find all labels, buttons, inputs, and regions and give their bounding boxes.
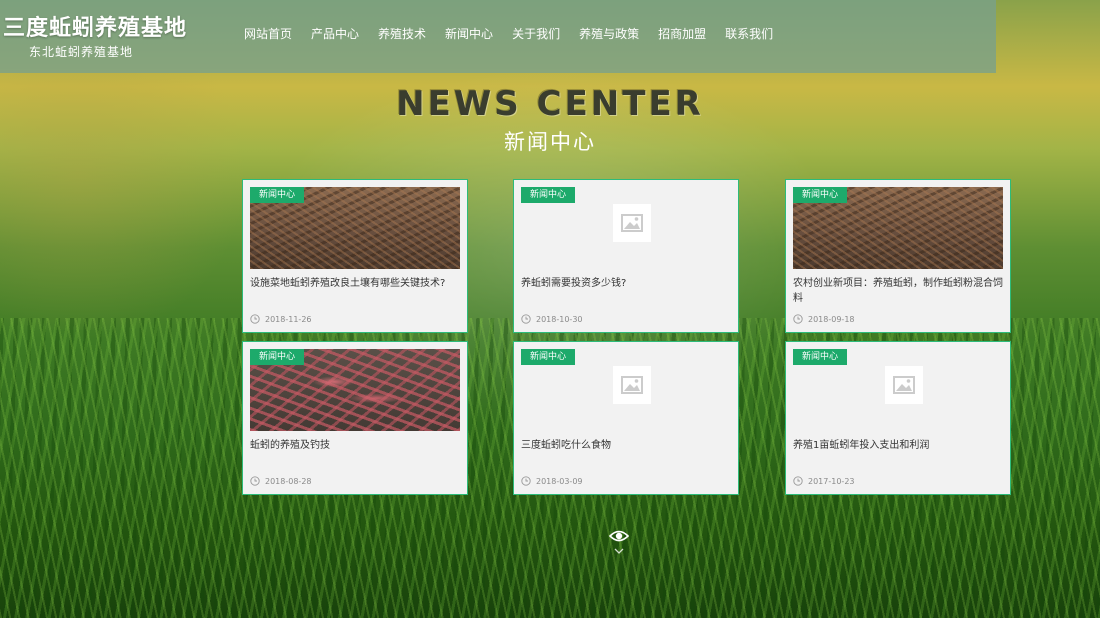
news-date: 2017-10-23 [793,476,855,486]
news-date: 2018-11-26 [250,314,312,324]
site-header: 三度蚯蚓养殖基地 东北蚯蚓养殖基地 网站首页 产品中心 养殖技术 新闻中心 关于… [0,0,996,73]
section-title-en: NEWS CENTER [396,84,704,124]
nav-home[interactable]: 网站首页 [244,26,292,42]
news-category-badge: 新闻中心 [793,349,848,365]
news-date: 2018-03-09 [521,476,583,486]
nav-franchise[interactable]: 招商加盟 [658,26,706,42]
news-title[interactable]: 农村创业新项目：养殖蚯蚓，制作蚯蚓粉混合饲料 [793,276,1005,306]
news-date: 2018-09-18 [793,314,855,324]
news-date-text: 2018-11-26 [265,314,312,324]
news-category-badge: 新闻中心 [793,187,848,203]
image-placeholder-icon [613,366,651,404]
eye-icon[interactable] [608,527,630,559]
news-date-text: 2017-10-23 [808,476,855,486]
image-placeholder-icon [613,204,651,242]
nav-about[interactable]: 关于我们 [512,26,560,42]
clock-icon [521,476,531,486]
section-title-cn: 新闻中心 [504,130,596,154]
clock-icon [793,314,803,324]
news-category-badge: 新闻中心 [250,349,305,365]
news-date: 2018-10-30 [521,314,583,324]
news-title[interactable]: 蚯蚓的养殖及钓技 [250,438,462,453]
news-card[interactable]: 新闻中心 蚯蚓的养殖及钓技 2018-08-28 [242,341,468,495]
news-title[interactable]: 设施菜地蚯蚓养殖改良土壤有哪些关键技术? [250,276,462,291]
news-date-text: 2018-03-09 [536,476,583,486]
nav-breeding-tech[interactable]: 养殖技术 [378,26,426,42]
logo-title: 三度蚯蚓养殖基地 [3,15,188,41]
news-title[interactable]: 养殖1亩蚯蚓年投入支出和利润 [793,438,1005,453]
clock-icon [250,314,260,324]
main-nav: 网站首页 产品中心 养殖技术 新闻中心 关于我们 养殖与政策 招商加盟 联系我们 [244,26,792,42]
clock-icon [250,476,260,486]
site-logo[interactable]: 三度蚯蚓养殖基地 东北蚯蚓养殖基地 [3,14,187,60]
news-card[interactable]: 新闻中心 设施菜地蚯蚓养殖改良土壤有哪些关键技术? 2018-11-26 [242,179,468,333]
news-category-badge: 新闻中心 [250,187,305,203]
news-date-text: 2018-10-30 [536,314,583,324]
news-category-badge: 新闻中心 [521,187,576,203]
image-placeholder-icon [885,366,923,404]
nav-products[interactable]: 产品中心 [311,26,359,42]
nav-policy[interactable]: 养殖与政策 [579,26,639,42]
news-card[interactable]: 新闻中心 农村创业新项目：养殖蚯蚓，制作蚯蚓粉混合饲料 2018-09-18 [785,179,1011,333]
clock-icon [521,314,531,324]
nav-contact[interactable]: 联系我们 [725,26,773,42]
news-card[interactable]: 新闻中心 三度蚯蚓吃什么食物 2018-03-09 [513,341,739,495]
news-category-badge: 新闻中心 [521,349,576,365]
news-title[interactable]: 三度蚯蚓吃什么食物 [521,438,733,453]
news-date: 2018-08-28 [250,476,312,486]
clock-icon [793,476,803,486]
news-card[interactable]: 新闻中心 养蚯蚓需要投资多少钱? 2018-10-30 [513,179,739,333]
news-title[interactable]: 养蚯蚓需要投资多少钱? [521,276,733,291]
news-card[interactable]: 新闻中心 养殖1亩蚯蚓年投入支出和利润 2017-10-23 [785,341,1011,495]
news-date-text: 2018-09-18 [808,314,855,324]
nav-news[interactable]: 新闻中心 [445,26,493,42]
news-date-text: 2018-08-28 [265,476,312,486]
logo-subtitle: 东北蚯蚓养殖基地 [29,45,134,59]
